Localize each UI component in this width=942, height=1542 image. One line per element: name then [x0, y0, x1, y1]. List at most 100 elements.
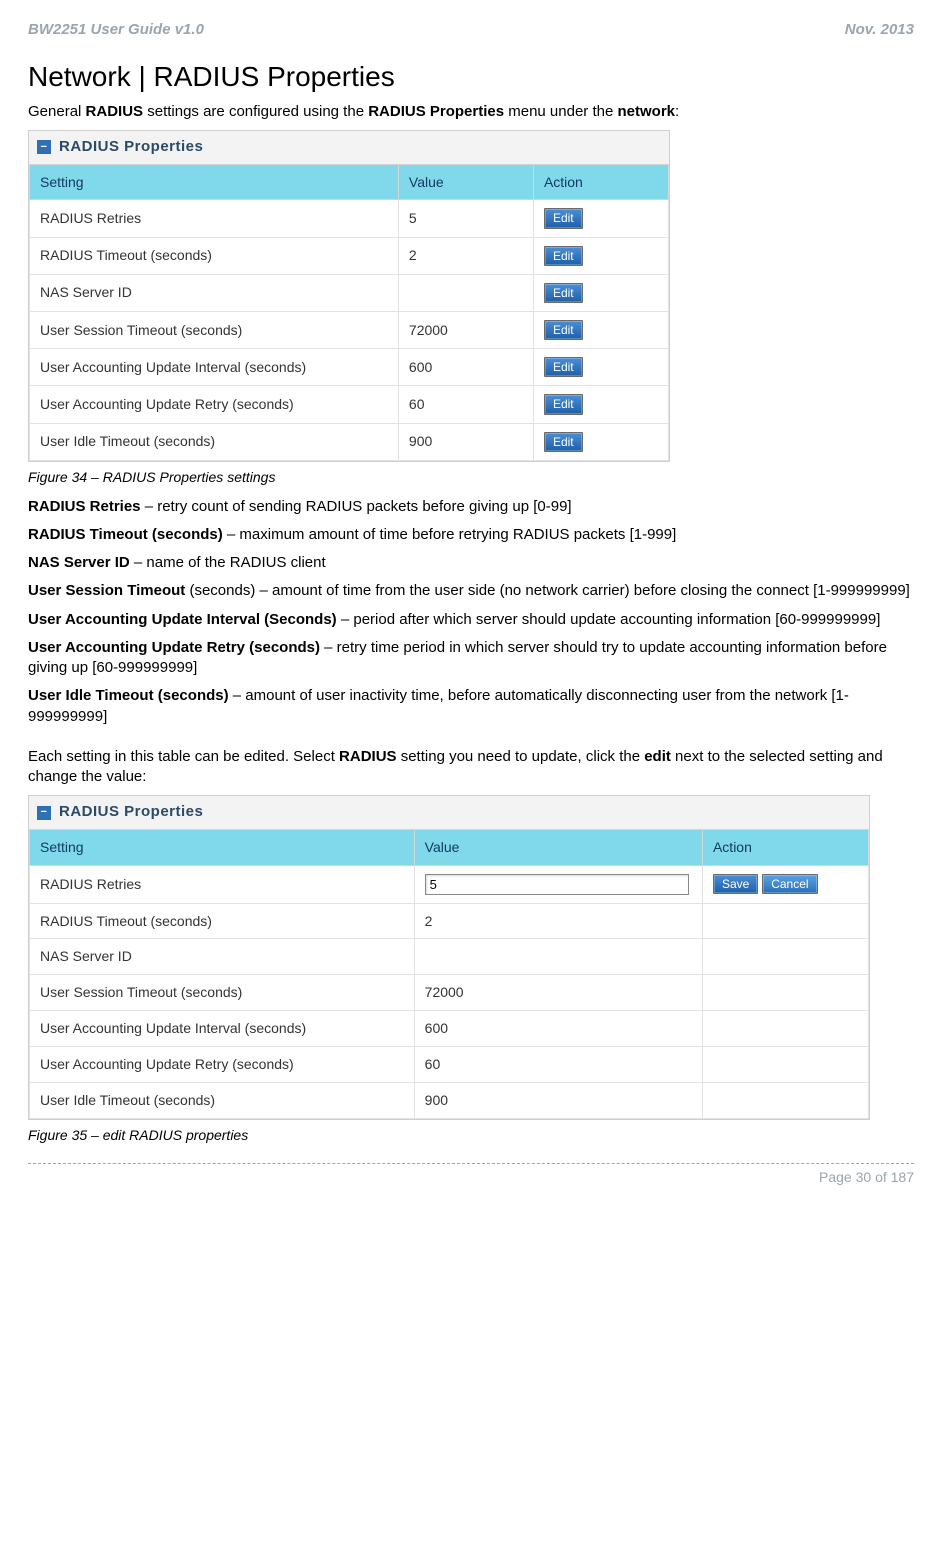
table-row-editing: RADIUS RetriesSave Cancel — [30, 865, 869, 903]
definition-body: – maximum amount of time before retrying… — [223, 526, 677, 543]
text-bold: RADIUS — [339, 748, 397, 765]
edit-button[interactable]: Edit — [544, 208, 583, 228]
cell-action — [702, 939, 868, 975]
table-row: RADIUS Timeout (seconds)2 Edit — [30, 237, 669, 274]
cell-action: Edit — [533, 349, 668, 386]
cell-setting: RADIUS Timeout (seconds) — [30, 237, 399, 274]
table-row: User Accounting Update Retry (seconds)60 — [30, 1047, 869, 1083]
table-row: User Session Timeout (seconds)72000 Edit — [30, 312, 669, 349]
text: setting you need to update, click the — [397, 748, 645, 765]
table-row: User Idle Timeout (seconds)900 Edit — [30, 423, 669, 460]
save-button[interactable]: Save — [713, 874, 758, 894]
figure-caption-34: Figure 34 – RADIUS Properties settings — [28, 468, 914, 487]
text-bold: RADIUS Properties — [368, 103, 504, 120]
definition: User Accounting Update Interval (Seconds… — [28, 610, 914, 630]
section-heading: Network | RADIUS Properties — [28, 58, 914, 96]
cell-action: Edit — [533, 274, 668, 311]
cell-value: 60 — [398, 386, 533, 423]
edit-button[interactable]: Edit — [544, 432, 583, 452]
cell-setting: User Accounting Update Retry (seconds) — [30, 1047, 415, 1083]
definition: User Idle Timeout (seconds) – amount of … — [28, 686, 914, 727]
text-bold: RADIUS — [86, 103, 144, 120]
cell-value: 2 — [414, 903, 702, 939]
cell-setting: User Accounting Update Interval (seconds… — [30, 349, 399, 386]
panel-title-text: RADIUS Properties — [59, 802, 203, 822]
definition-body: – name of the RADIUS client — [130, 554, 326, 571]
cell-setting: User Idle Timeout (seconds) — [30, 423, 399, 460]
table-row: RADIUS Retries5Edit — [30, 200, 669, 237]
text: Each setting in this table can be edited… — [28, 748, 339, 765]
radius-table-edit: Setting Value Action RADIUS RetriesSave … — [29, 829, 869, 1119]
definition-term: User Accounting Update Retry (seconds) — [28, 639, 320, 656]
intro-paragraph: General RADIUS settings are configured u… — [28, 102, 914, 122]
cell-setting: RADIUS Retries — [30, 200, 399, 237]
edit-button[interactable]: Edit — [544, 357, 583, 377]
cell-value — [398, 274, 533, 311]
cell-action: Edit — [533, 237, 668, 274]
definition: NAS Server ID – name of the RADIUS clien… — [28, 553, 914, 573]
definition-term: User Session Timeout — [28, 582, 185, 599]
edit-button[interactable]: Edit — [544, 320, 583, 340]
cell-value: 2 — [398, 237, 533, 274]
definition-body: – period after which server should updat… — [337, 611, 881, 628]
cell-action — [702, 975, 868, 1011]
divider — [28, 1163, 914, 1164]
text-bold: network — [618, 103, 676, 120]
edit-button[interactable]: Edit — [544, 283, 583, 303]
cell-setting: User Idle Timeout (seconds) — [30, 1082, 415, 1118]
table-row: RADIUS Timeout (seconds)2 — [30, 903, 869, 939]
cell-value: 60 — [414, 1047, 702, 1083]
table-row: User Accounting Update Interval (seconds… — [30, 349, 669, 386]
definition-body: (seconds) – amount of time from the user… — [185, 582, 910, 599]
definition: User Session Timeout (seconds) – amount … — [28, 581, 914, 601]
cell-action: Edit — [533, 312, 668, 349]
edit-button[interactable]: Edit — [544, 246, 583, 266]
table-row: User Idle Timeout (seconds)900 — [30, 1082, 869, 1118]
panel-title: − RADIUS Properties — [29, 131, 669, 163]
cell-setting: NAS Server ID — [30, 274, 399, 311]
definition-term: User Idle Timeout (seconds) — [28, 687, 229, 704]
text: General — [28, 103, 86, 120]
th-value: Value — [414, 829, 702, 865]
value-input[interactable] — [425, 874, 689, 895]
cell-value: 72000 — [414, 975, 702, 1011]
cell-setting: User Session Timeout (seconds) — [30, 312, 399, 349]
cell-value — [414, 939, 702, 975]
definition-term: NAS Server ID — [28, 554, 130, 571]
collapse-icon[interactable]: − — [37, 140, 51, 154]
cell-action — [702, 903, 868, 939]
edit-button[interactable]: Edit — [544, 394, 583, 414]
th-action: Action — [702, 829, 868, 865]
definition-term: RADIUS Timeout (seconds) — [28, 526, 223, 543]
cell-action — [702, 1047, 868, 1083]
figure-caption-35: Figure 35 – edit RADIUS properties — [28, 1126, 914, 1145]
cell-setting: User Accounting Update Retry (seconds) — [30, 386, 399, 423]
page-header: BW2251 User Guide v1.0 Nov. 2013 — [28, 20, 914, 40]
panel-title: − RADIUS Properties — [29, 796, 869, 828]
definition: User Accounting Update Retry (seconds) –… — [28, 638, 914, 679]
definition: RADIUS Retries – retry count of sending … — [28, 497, 914, 517]
th-setting: Setting — [30, 164, 399, 200]
cell-value: 900 — [398, 423, 533, 460]
cancel-button[interactable]: Cancel — [762, 874, 817, 894]
cell-action — [702, 1082, 868, 1118]
cell-value: 72000 — [398, 312, 533, 349]
cell-action: Edit — [533, 423, 668, 460]
cell-setting: NAS Server ID — [30, 939, 415, 975]
radius-properties-panel: − RADIUS Properties Setting Value Action… — [28, 130, 670, 461]
text: settings are configured using the — [143, 103, 368, 120]
radius-properties-panel-edit: − RADIUS Properties Setting Value Action… — [28, 795, 870, 1119]
doc-title: BW2251 User Guide v1.0 — [28, 20, 204, 40]
edit-instruction: Each setting in this table can be edited… — [28, 747, 914, 788]
th-action: Action — [533, 164, 668, 200]
collapse-icon[interactable]: − — [37, 806, 51, 820]
text: menu under the — [504, 103, 617, 120]
table-row: User Session Timeout (seconds)72000 — [30, 975, 869, 1011]
cell-action — [702, 1011, 868, 1047]
definition-term: User Accounting Update Interval (Seconds… — [28, 611, 337, 628]
table-row: NAS Server ID — [30, 939, 869, 975]
cell-value: 600 — [414, 1011, 702, 1047]
cell-value — [414, 865, 702, 903]
radius-table: Setting Value Action RADIUS Retries5Edit… — [29, 164, 669, 461]
cell-setting: User Accounting Update Interval (seconds… — [30, 1011, 415, 1047]
